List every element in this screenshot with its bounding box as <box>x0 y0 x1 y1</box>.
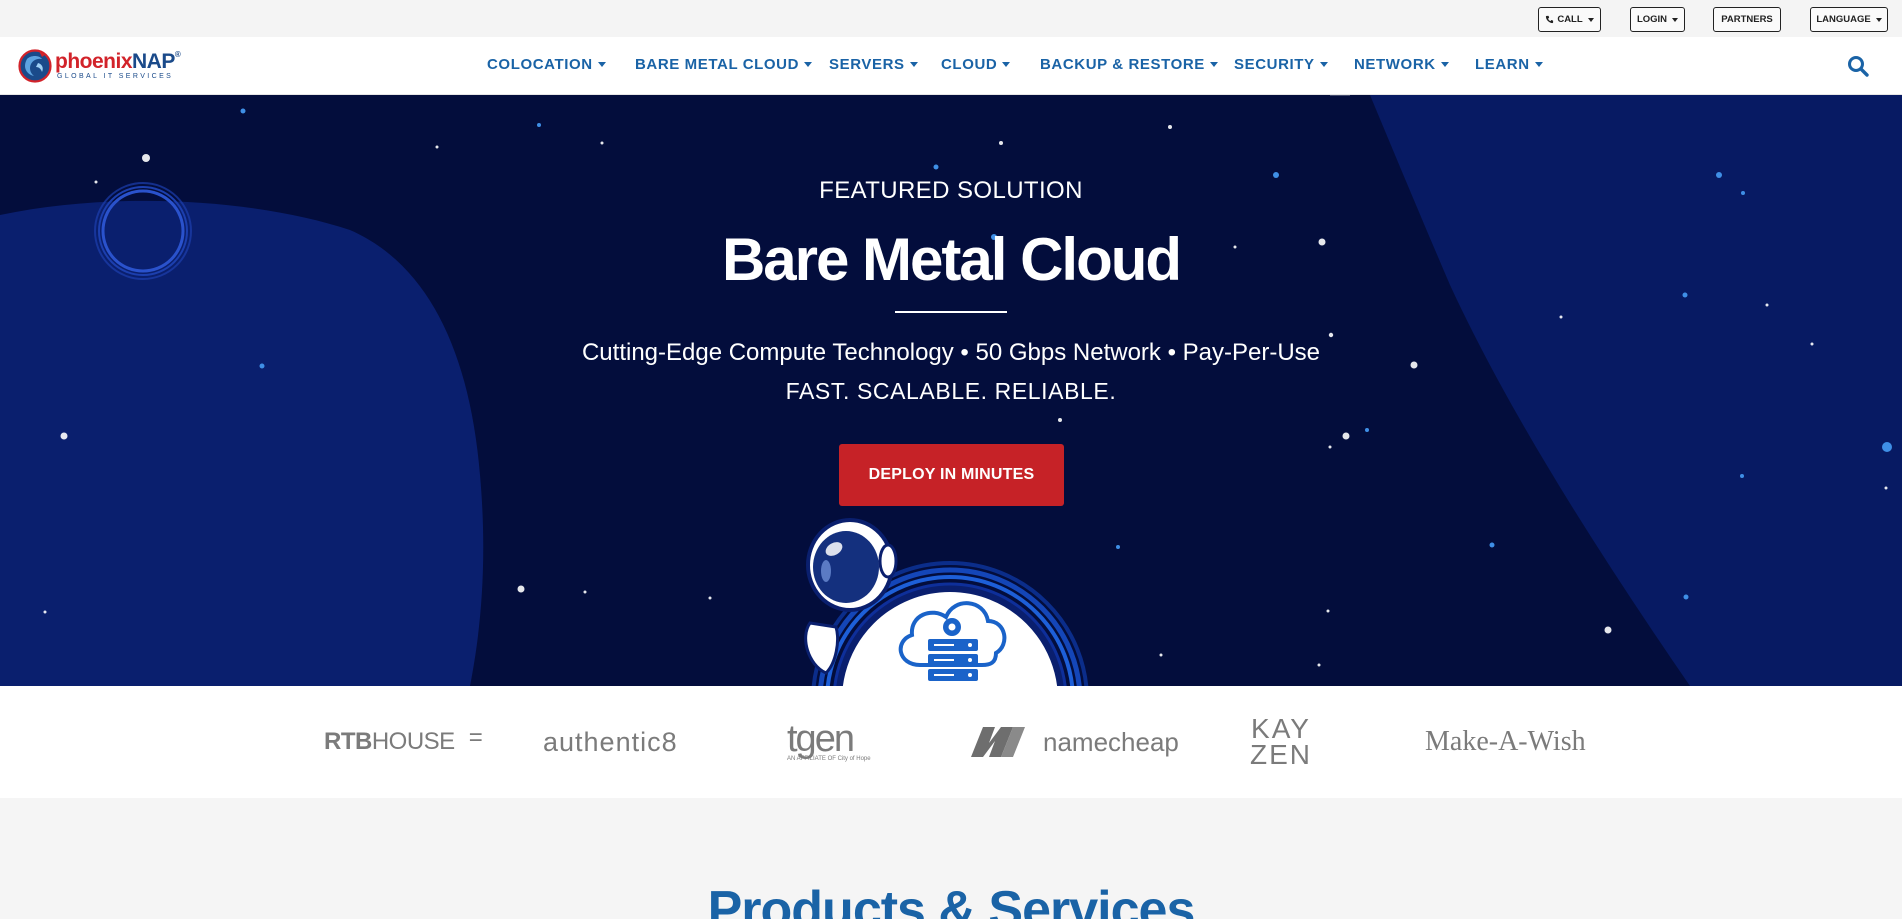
partners-button[interactable]: PARTNERS <box>1713 7 1781 32</box>
products-title: Products & Services <box>707 881 1196 919</box>
kayzen-bottom: ZEN <box>1250 739 1312 770</box>
call-label: CALL <box>1557 14 1583 25</box>
utility-bar: CALL LOGIN PARTNERS LANGUAGE <box>0 0 1902 37</box>
tgen-wordmark: tgen <box>787 718 855 760</box>
caret-down-icon <box>1440 62 1449 67</box>
search-button[interactable] <box>1846 54 1870 78</box>
client-logos-strip: RTB HOUSE = authentic8 tgen AN AFFILIATE O… <box>0 686 1902 798</box>
hero-section: FEATURED SOLUTION Bare Metal Cloud Cutti… <box>0 95 1902 686</box>
caret-down-icon <box>597 62 606 67</box>
caret-down-icon <box>1002 62 1011 67</box>
login-button[interactable]: LOGIN <box>1630 7 1685 32</box>
registered-mark: ® <box>174 50 181 59</box>
astronaut-illustration <box>804 518 1089 686</box>
logo-wordmark: phoenixNAP® <box>55 50 181 74</box>
caret-down-icon <box>1209 62 1218 67</box>
namecheap-logo: namecheap <box>967 686 1179 798</box>
language-button[interactable]: LANGUAGE <box>1810 7 1888 32</box>
tgen-logo: tgen AN AFFILIATE OF City of Hope <box>787 686 871 798</box>
hero-subtitle: Cutting-Edge Compute Technology • 50 Gbp… <box>581 339 1321 366</box>
nav-learn[interactable]: LEARN <box>1475 56 1543 73</box>
caret-down-icon <box>1875 17 1882 22</box>
nav-label: LEARN <box>1475 56 1530 73</box>
caret-down-icon <box>1587 17 1594 22</box>
hero-eyebrow: FEATURED SOLUTION <box>819 177 1083 204</box>
rtbhouse-logo-part-b: HOUSE <box>371 728 455 755</box>
products-section: Products & Services <box>0 798 1902 919</box>
partners-label: PARTNERS <box>1721 14 1773 25</box>
nav-colocation[interactable]: COLOCATION <box>487 56 606 73</box>
nav-cloud[interactable]: CLOUD <box>941 56 1011 73</box>
caret-down-icon <box>804 62 813 67</box>
nav-label: CLOUD <box>941 56 998 73</box>
authentic8-logo: authentic8 <box>543 726 678 757</box>
rtbhouse-logo-mark: = <box>468 724 483 751</box>
logo-wordmark-suffix: NAP <box>132 50 175 73</box>
login-label: LOGIN <box>1636 14 1668 25</box>
deploy-in-minutes-button[interactable]: DEPLOY IN MINUTES <box>839 444 1064 506</box>
hero-tagline: FAST. SCALABLE. RELIABLE. <box>785 378 1117 404</box>
nav-label: NETWORK <box>1354 56 1436 73</box>
namecheap-n-icon <box>971 727 1025 757</box>
language-label: LANGUAGE <box>1816 14 1871 25</box>
logo-wordmark-prefix: phoenix <box>55 50 133 73</box>
nav-label: BARE METAL CLOUD <box>635 56 800 73</box>
nav-network[interactable]: NETWORK <box>1354 56 1449 73</box>
nav-label: BACKUP & RESTORE <box>1040 56 1205 73</box>
kayzen-logo: KAY ZEN <box>1250 686 1312 798</box>
nav-label: SECURITY <box>1234 56 1315 73</box>
caret-down-icon <box>1672 17 1679 22</box>
phoenixnap-globe-icon <box>18 49 52 83</box>
main-nav: phoenixNAP® GLOBAL IT SERVICES COLOCATIO… <box>0 37 1902 95</box>
logo-tagline: GLOBAL IT SERVICES <box>57 73 174 80</box>
caret-down-icon <box>1534 62 1543 67</box>
nav-label: SERVERS <box>829 56 905 73</box>
search-icon <box>1848 56 1869 77</box>
rtbhouse-logo: RTB HOUSE = <box>324 686 483 798</box>
nav-backup-restore[interactable]: BACKUP & RESTORE <box>1040 56 1218 73</box>
nav-label: COLOCATION <box>487 56 593 73</box>
make-a-wish-logo: Make-A-Wish <box>1425 726 1586 757</box>
phone-icon <box>1546 15 1554 24</box>
caret-down-icon <box>1319 62 1328 67</box>
nav-security[interactable]: SECURITY <box>1234 56 1328 73</box>
caret-down-icon <box>909 62 918 67</box>
nav-servers[interactable]: SERVERS <box>829 56 918 73</box>
call-button[interactable]: CALL <box>1538 7 1601 32</box>
hero-divider <box>895 311 1007 313</box>
nav-bare-metal-cloud[interactable]: BARE METAL CLOUD <box>635 56 813 73</box>
phoenixnap-logo[interactable]: phoenixNAP® GLOBAL IT SERVICES <box>18 46 188 86</box>
tgen-affiliate-note: AN AFFILIATE OF City of Hope <box>787 756 871 762</box>
namecheap-wordmark: namecheap <box>1043 726 1179 757</box>
hero-title: Bare Metal Cloud <box>721 226 1182 293</box>
rtbhouse-logo-part-a: RTB <box>324 728 372 755</box>
